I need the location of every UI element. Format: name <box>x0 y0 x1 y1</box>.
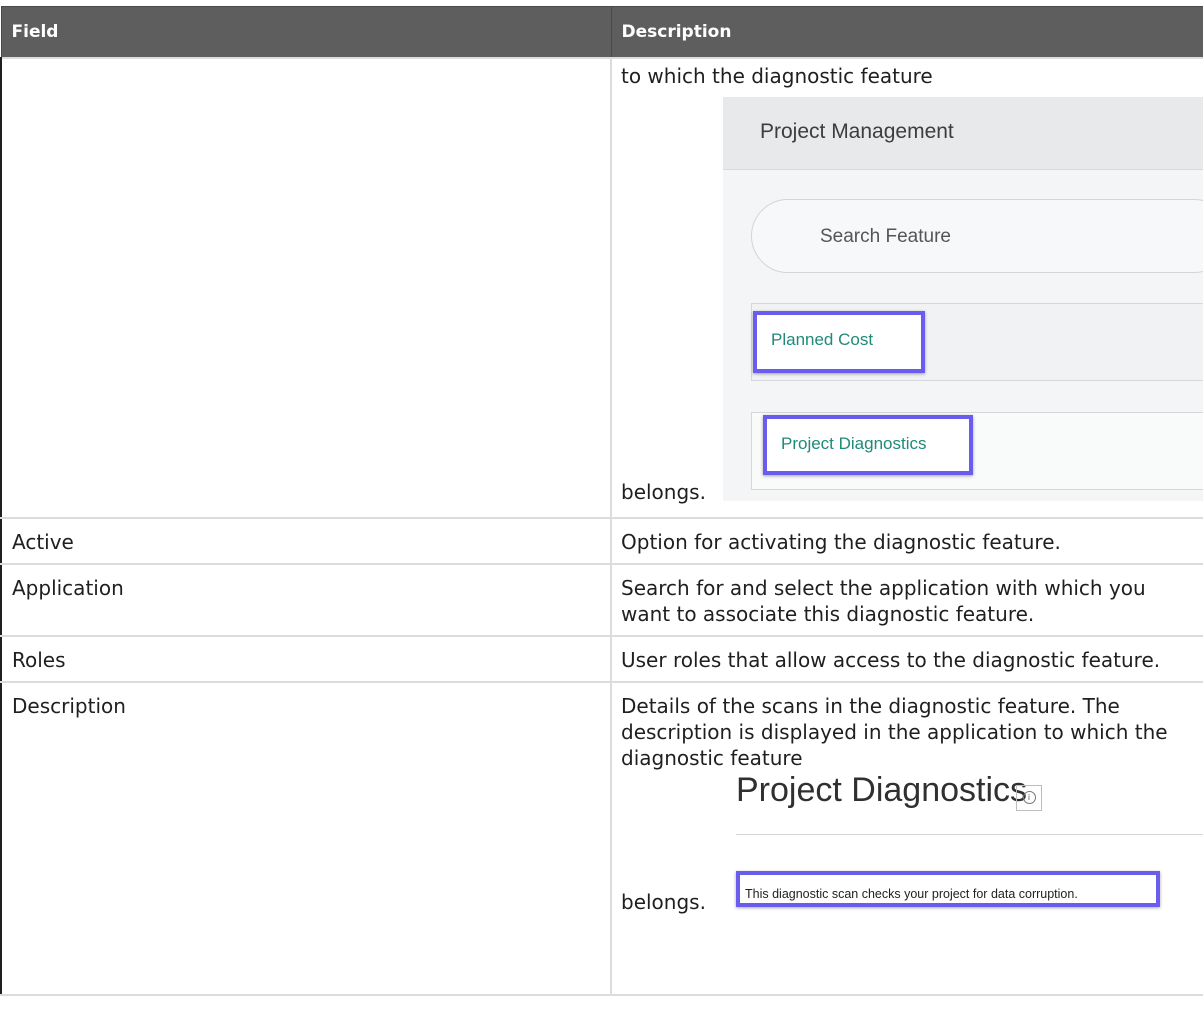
scan-description-highlight: This diagnostic scan checks your project… <box>736 870 1160 907</box>
description-cell: Option for activating the diagnostic fea… <box>610 516 1203 565</box>
search-placeholder: Search Feature <box>820 225 951 247</box>
description-cell: User roles that allow access to the diag… <box>610 634 1203 683</box>
field-cell: Application <box>0 562 612 637</box>
table-row: Application Search for and select the ap… <box>0 562 1203 637</box>
description-column-header: Description <box>610 6 1203 58</box>
field-column-header: Field <box>0 6 612 58</box>
field-cell <box>0 56 612 519</box>
screenshot-title: Project Diagnostics <box>736 770 1028 809</box>
description-cell: to which the diagnostic feature Project … <box>610 56 1203 519</box>
field-description-table: Field Description to which the diagnosti… <box>0 6 1203 996</box>
project-diagnostics-highlight: Project Diagnostics <box>763 414 973 475</box>
field-cell: Description <box>0 680 612 996</box>
table-row: Roles User roles that allow access to th… <box>0 634 1203 683</box>
screenshot-header: Project Management <box>723 96 1203 170</box>
field-cell: Roles <box>0 634 612 683</box>
table-row: to which the diagnostic feature Project … <box>0 56 1203 519</box>
description-text: to which the diagnostic feature <box>621 63 933 88</box>
description-text: Details of the scans in the diagnostic f… <box>621 693 1168 770</box>
field-cell: Active <box>0 516 612 565</box>
description-cell: Search for and select the application wi… <box>610 562 1203 637</box>
table-row: Active Option for activating the diagnos… <box>0 516 1203 565</box>
project-diagnostics-screenshot: Project Diagnostics i This diagnostic sc… <box>621 770 1203 951</box>
planned-cost-highlight: Planned Cost <box>753 310 925 373</box>
info-icon: i <box>1016 784 1042 811</box>
divider <box>736 833 1203 835</box>
table-header-row: Field Description <box>0 6 1203 58</box>
table-row: Description Details of the scans in the … <box>0 680 1203 996</box>
description-text-end: belongs. <box>621 889 706 914</box>
description-text-end: belongs. <box>621 479 706 504</box>
screenshot-header-title: Project Management <box>760 119 954 143</box>
description-cell: Details of the scans in the diagnostic f… <box>610 680 1203 996</box>
search-feature-input: Search Feature <box>751 198 1203 273</box>
project-management-screenshot: Project Management Search Feature Planne… <box>723 96 1203 501</box>
